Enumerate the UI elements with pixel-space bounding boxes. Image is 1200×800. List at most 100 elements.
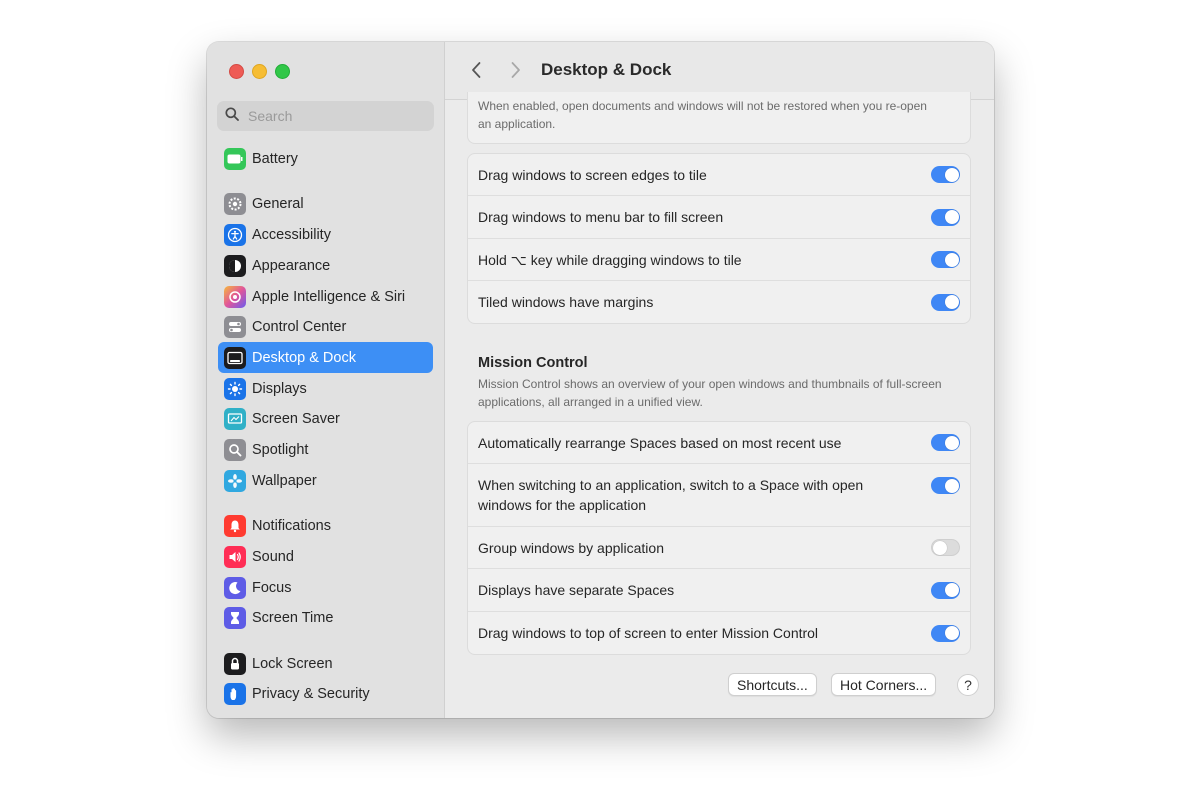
sidebar-item-label: Desktop & Dock: [252, 349, 356, 366]
separate-spaces-toggle[interactable]: [931, 581, 960, 599]
sidebar-item-label: Focus: [252, 579, 292, 596]
settings-row: Hold ⌥ key while dragging windows to til…: [468, 239, 970, 281]
flower-icon: [224, 469, 246, 492]
zoom-button[interactable]: [275, 64, 290, 79]
help-button[interactable]: ?: [957, 674, 979, 696]
sidebar-item-label: Spotlight: [252, 441, 309, 458]
row-label: Tiled windows have margins: [478, 294, 654, 310]
sidebar-item-general[interactable]: General: [218, 188, 433, 219]
mission-control-card: Automatically rearrange Spaces based on …: [467, 421, 971, 655]
group-windows-toggle[interactable]: [931, 539, 960, 556]
sidebar-item-appearance[interactable]: Appearance: [218, 250, 433, 281]
sidebar-item-lock-screen[interactable]: Lock Screen: [218, 648, 433, 679]
row-label: Drag windows to menu bar to fill screen: [478, 209, 724, 225]
appearance-icon: [224, 254, 246, 277]
sidebar-item-label: Sound: [252, 548, 294, 565]
settings-row: Displays have separate Spaces: [468, 569, 970, 612]
battery-icon: [224, 147, 246, 170]
restore-windows-card: When enabled, open documents and windows…: [467, 92, 971, 144]
settings-row: Drag windows to top of screen to enter M…: [468, 612, 970, 654]
sidebar-item-label: Screen Saver: [252, 410, 340, 427]
hourglass-icon: [224, 606, 246, 629]
row-label: Automatically rearrange Spaces based on …: [478, 434, 842, 451]
tile-screen-edges-toggle[interactable]: [931, 166, 960, 183]
row-label: Drag windows to top of screen to enter M…: [478, 625, 819, 641]
siri-icon: [224, 285, 246, 308]
sidebar-item-screen-time[interactable]: Screen Time: [218, 602, 433, 633]
sidebar-item-notifications[interactable]: Notifications: [218, 510, 433, 541]
sidebar-item-label: Appearance: [252, 257, 331, 274]
mission-control-title: Mission Control: [478, 355, 588, 371]
sidebar-item-focus[interactable]: Focus: [218, 572, 433, 603]
sidebar-item-label: Screen Time: [252, 609, 334, 626]
settings-row: Drag windows to screen edges to tile: [468, 154, 970, 196]
back-button[interactable]: [467, 60, 487, 80]
sidebar-item-siri[interactable]: Apple Intelligence & Siri: [218, 281, 433, 312]
settings-row: Group windows by application: [468, 527, 970, 569]
restore-windows-description: When enabled, open documents and windows…: [478, 99, 927, 131]
sidebar-item-accessibility[interactable]: Accessibility: [218, 219, 433, 250]
sidebar-item-displays[interactable]: Displays: [218, 373, 433, 404]
sidebar-item-label: Apple Intelligence & Siri: [252, 288, 406, 305]
close-button[interactable]: [229, 64, 244, 79]
row-label: Group windows by application: [478, 539, 664, 556]
switch-space-toggle[interactable]: [931, 477, 960, 494]
sidebar-item-control-center[interactable]: Control Center: [218, 311, 433, 342]
bell-icon: [224, 514, 246, 537]
sidebar-item-battery[interactable]: Battery: [218, 143, 433, 174]
settings-row: Drag windows to menu bar to fill screen: [468, 196, 970, 239]
content-pane: Desktop & Dock When enabled, open docume…: [445, 42, 994, 718]
search-field[interactable]: [217, 101, 434, 131]
sidebar-item-privacy-security[interactable]: Privacy & Security: [218, 678, 433, 709]
sidebar-item-spotlight[interactable]: Spotlight: [218, 434, 433, 465]
screen-saver-icon: [224, 407, 246, 430]
sun-icon: [224, 377, 246, 400]
chevron-left-icon: [472, 62, 481, 78]
minimize-button[interactable]: [252, 64, 267, 79]
chevron-right-icon: [511, 62, 520, 78]
option-key-tile-toggle[interactable]: [931, 251, 960, 268]
tiled-margins-toggle[interactable]: [931, 293, 960, 311]
top-screen-mission-control-toggle[interactable]: [931, 624, 960, 642]
sidebar-item-wallpaper[interactable]: Wallpaper: [218, 465, 433, 496]
gear-icon: [224, 192, 246, 215]
settings-row: Tiled windows have margins: [468, 281, 970, 323]
sidebar-item-label: Privacy & Security: [252, 685, 370, 702]
sidebar-item-label: Notifications: [252, 517, 331, 534]
search-icon: [225, 106, 239, 126]
sidebar-item-label: Displays: [252, 380, 307, 397]
sidebar-item-label: General: [252, 195, 304, 212]
control-center-icon: [224, 315, 246, 338]
menu-bar-fill-toggle[interactable]: [931, 208, 960, 226]
row-label: Displays have separate Spaces: [478, 582, 675, 598]
dock-icon: [224, 346, 246, 369]
mission-control-description: Mission Control shows an overview of you…: [478, 377, 942, 409]
sidebar-item-screen-saver[interactable]: Screen Saver: [218, 403, 433, 434]
sidebar-item-label: Control Center: [252, 318, 347, 335]
hot-corners-button[interactable]: Hot Corners...: [831, 673, 937, 696]
tiling-card: Drag windows to screen edges to tile Dra…: [467, 153, 971, 324]
forward-button[interactable]: [505, 60, 525, 80]
speaker-icon: [224, 545, 246, 568]
shortcuts-button[interactable]: Shortcuts...: [728, 673, 817, 696]
magnifier-icon: [224, 438, 246, 461]
hand-icon: [224, 682, 246, 705]
window-controls: [229, 64, 290, 79]
row-label: Hold ⌥ key while dragging windows to til…: [478, 251, 742, 268]
page-title: Desktop & Dock: [541, 60, 672, 79]
sidebar-item-desktop-dock[interactable]: Desktop & Dock: [218, 342, 433, 373]
sidebar-item-label: Accessibility: [252, 226, 331, 243]
sidebar: Battery General Accessibility Appearance: [207, 42, 445, 718]
search-input[interactable]: [246, 107, 420, 125]
rearrange-spaces-toggle[interactable]: [931, 434, 960, 451]
row-label: When switching to an application, switch…: [478, 477, 864, 513]
lock-icon: [224, 652, 246, 675]
accessibility-icon: [224, 223, 246, 246]
sidebar-item-label: Battery: [252, 150, 298, 167]
sidebar-item-sound[interactable]: Sound: [218, 541, 433, 572]
settings-window: Battery General Accessibility Appearance: [207, 42, 994, 718]
settings-row: When switching to an application, switch…: [468, 464, 970, 527]
settings-row: Automatically rearrange Spaces based on …: [468, 422, 970, 464]
moon-icon: [224, 576, 246, 599]
sidebar-item-label: Lock Screen: [252, 655, 333, 672]
